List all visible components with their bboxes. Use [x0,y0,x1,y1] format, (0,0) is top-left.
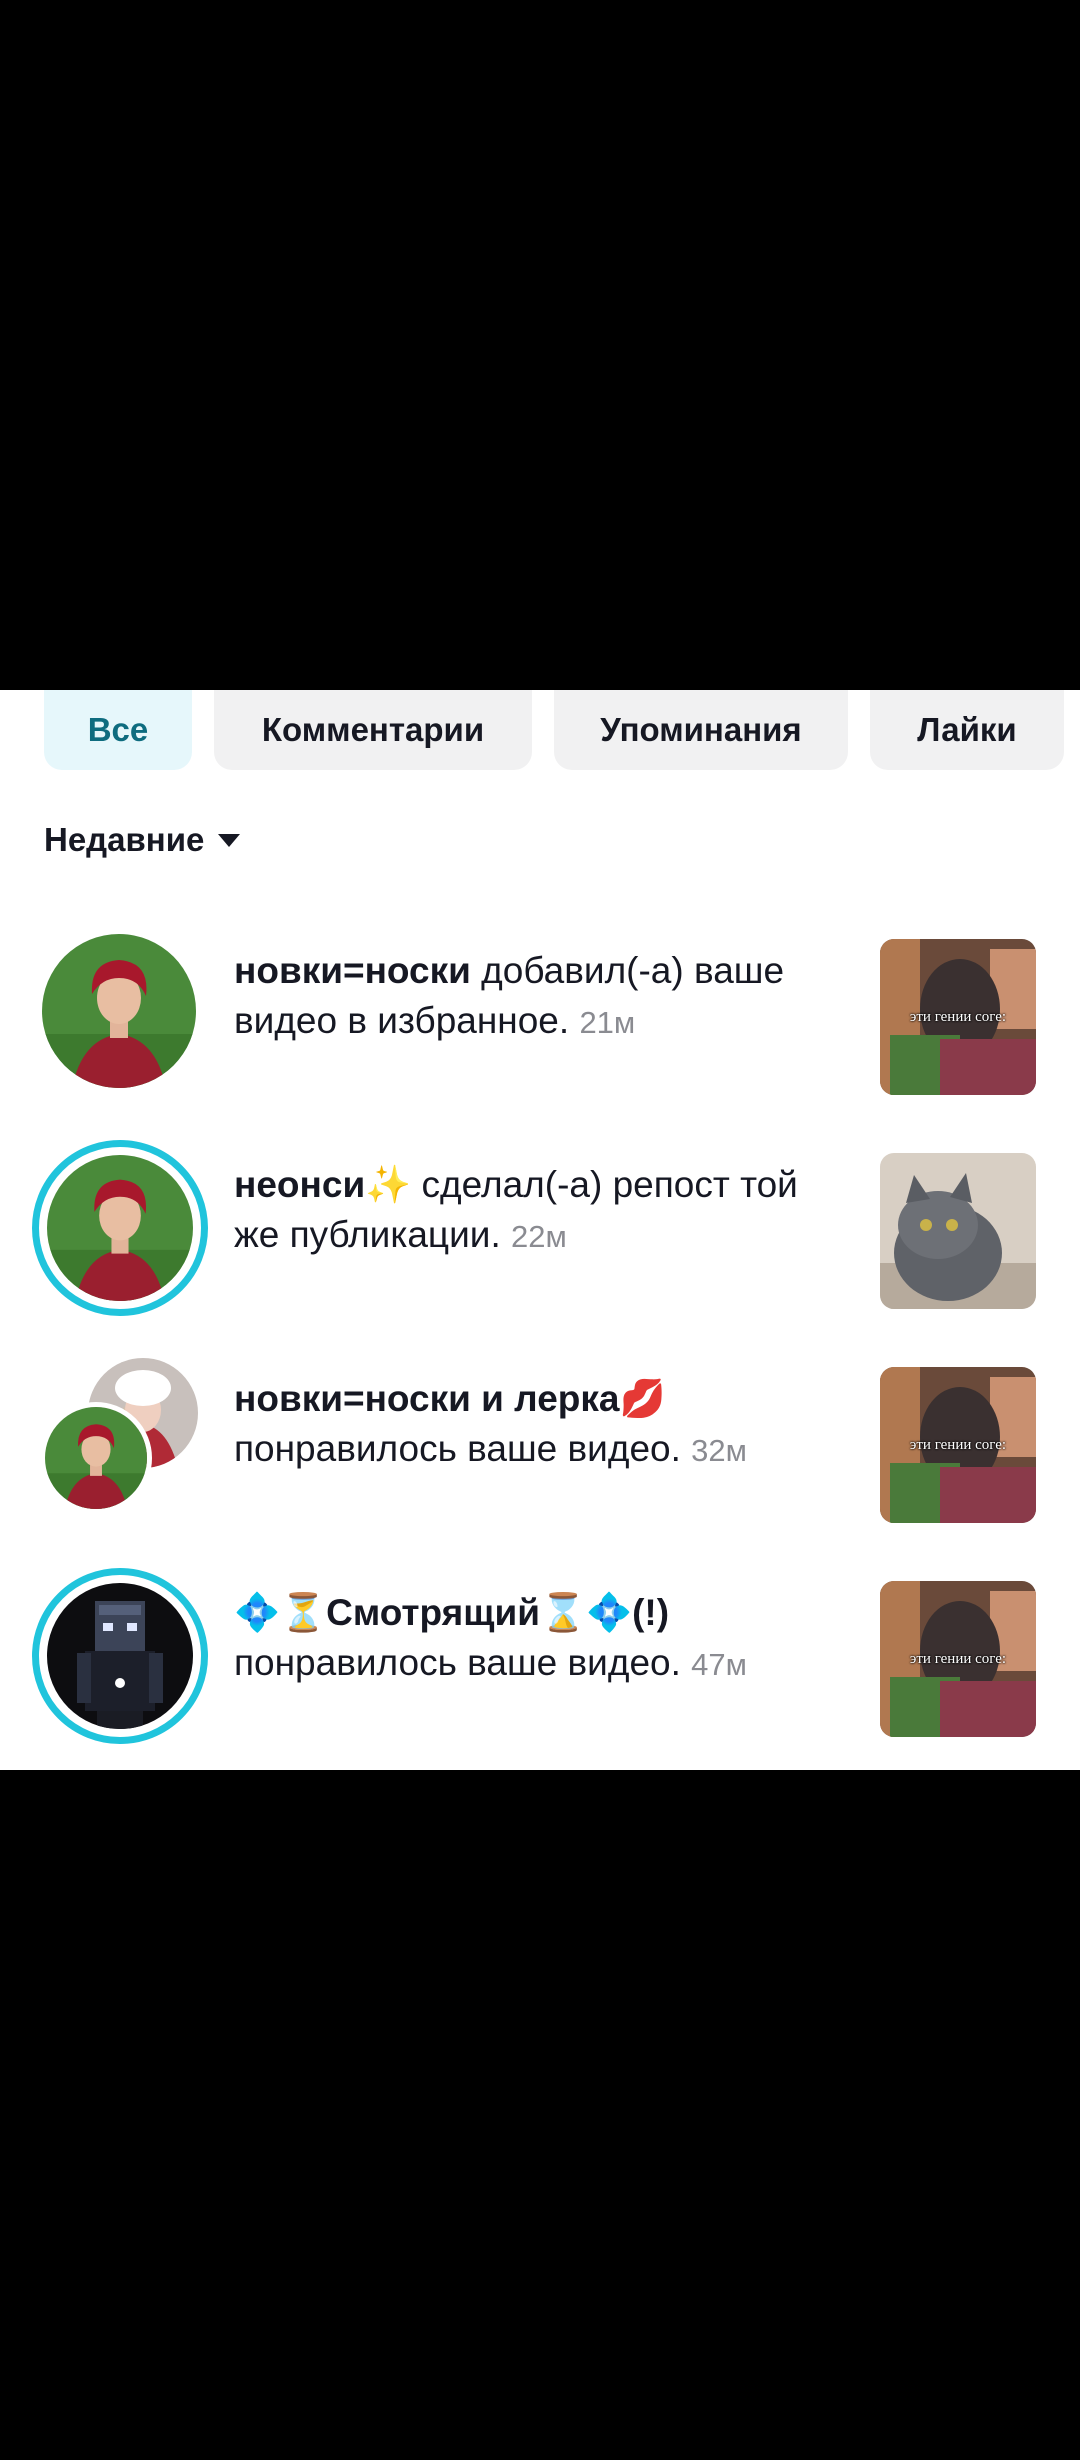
sort-label: Недавние [44,821,205,858]
timestamp: 22м [511,1219,567,1254]
thumbnail-caption: эти гении соге: [909,1437,1007,1453]
person-red-hair-avatar [42,934,196,1088]
tab-comments-label: Комментарии [261,711,485,748]
group-avatars[interactable] [32,1354,208,1530]
video-thumbnail[interactable]: эти гении соге: [880,939,1036,1095]
username[interactable]: новки=носки и лерка💋 [234,1378,666,1419]
activity-panel: Все Комментарии Упоминания Лайки Недавни… [0,690,1080,1770]
tab-mentions[interactable]: Упоминания [554,690,848,770]
avatar[interactable] [32,926,208,1102]
notification-item[interactable]: новки=носки и лерка💋 понравилось ваше ви… [0,1336,1080,1523]
video-thumbnail[interactable]: эти гении соге: [880,1367,1036,1523]
thumbnail-caption: эти гении соге: [909,1009,1007,1025]
filter-tabs: Все Комментарии Упоминания Лайки [0,690,1080,770]
person-red-hair-avatar [40,1402,152,1514]
video-thumbnail[interactable] [880,1153,1036,1309]
tab-mentions-label: Упоминания [600,711,802,748]
tab-all[interactable]: Все [44,690,192,770]
notification-text: неонси✨ сделал(-а) репост той же публика… [234,1160,834,1262]
notification-text: новки=носки добавил(-а) ваше видео в изб… [234,946,834,1048]
tab-comments[interactable]: Комментарии [214,690,532,770]
tab-all-label: Все [87,711,149,748]
username[interactable]: 💠⏳Смотрящий⌛💠(!) [234,1592,669,1633]
avatar[interactable] [32,1140,208,1316]
thumbnail-caption: эти гении соге: [909,1651,1007,1667]
minecraft-character-avatar [47,1583,193,1729]
tab-likes[interactable]: Лайки [870,690,1064,770]
tab-likes-label: Лайки [917,711,1017,748]
notification-item[interactable]: 💠⏳Смотрящий⌛💠(!) понравилось ваше видео.… [0,1550,1080,1744]
timestamp: 47м [691,1647,747,1682]
top-black-area [0,0,1080,690]
username[interactable]: неонси✨ [234,1164,411,1205]
person-red-hair-avatar [47,1155,193,1301]
timestamp: 32м [691,1433,747,1468]
caret-down-icon [218,833,241,847]
username[interactable]: новки=носки [234,950,471,991]
notification-action: понравилось ваше видео. [234,1428,681,1469]
notification-action: понравилось ваше видео. [234,1642,681,1683]
notification-item[interactable]: неонси✨ сделал(-а) репост той же публика… [0,1122,1080,1316]
bottom-black-area [0,1770,1080,2460]
avatar[interactable] [32,1568,208,1744]
notification-text: 💠⏳Смотрящий⌛💠(!) понравилось ваше видео.… [234,1588,834,1690]
notification-text: новки=носки и лерка💋 понравилось ваше ви… [234,1374,834,1476]
sort-dropdown[interactable]: Недавние [44,818,241,862]
video-thumbnail[interactable]: эти гении соге: [880,1581,1036,1737]
timestamp: 21м [579,1005,636,1040]
notification-item[interactable]: новки=носки добавил(-а) ваше видео в изб… [0,908,1080,1095]
